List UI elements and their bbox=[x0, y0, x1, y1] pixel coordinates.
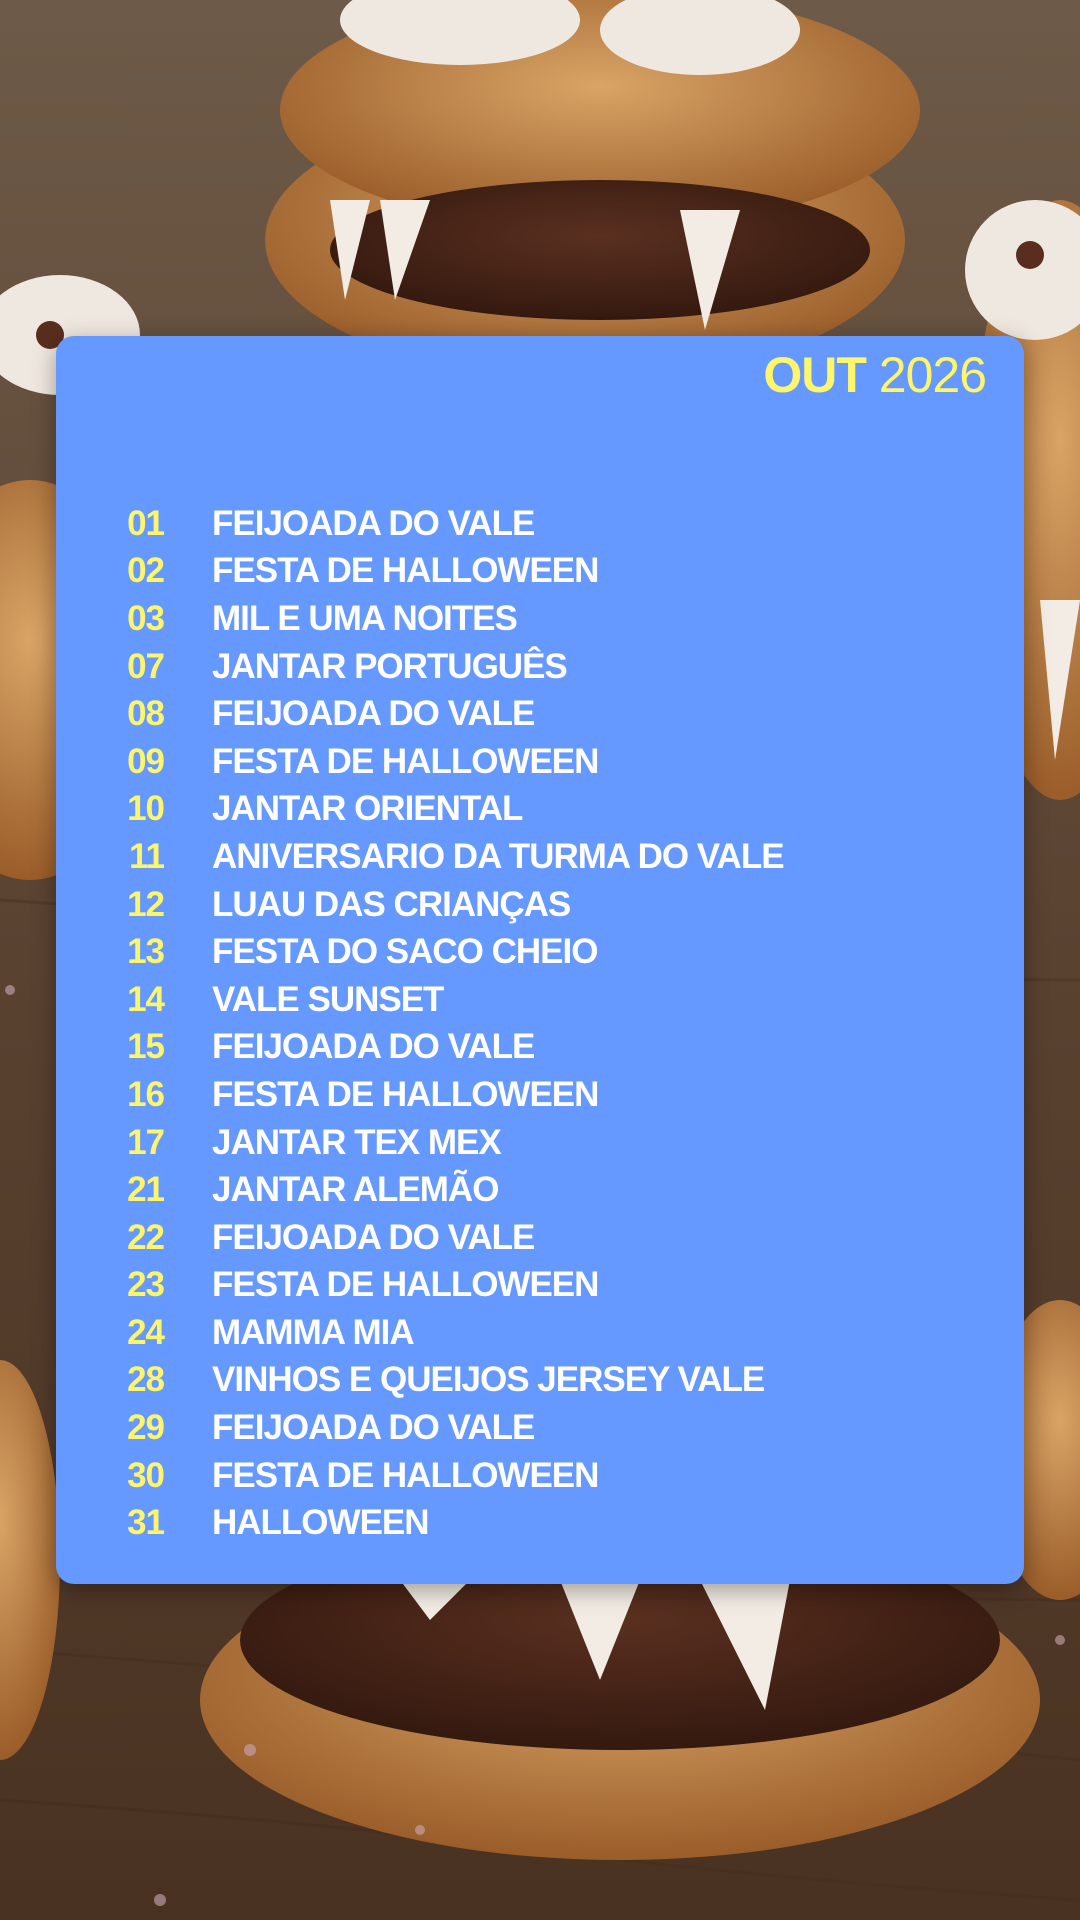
list-item: 09 FESTA DE HALLOWEEN bbox=[0, 738, 1080, 786]
event-name: FESTA DE HALLOWEEN bbox=[212, 1265, 599, 1305]
event-day: 31 bbox=[127, 1503, 165, 1543]
list-item: 21 JANTAR ALEMÃO bbox=[0, 1166, 1080, 1214]
event-name: HALLOWEEN bbox=[212, 1503, 430, 1543]
event-day: 15 bbox=[127, 1027, 165, 1067]
event-name: FESTA DO SACO CHEIO bbox=[212, 932, 598, 972]
event-day: 17 bbox=[127, 1122, 165, 1162]
list-item: 31 HALLOWEEN bbox=[0, 1499, 1080, 1547]
event-name: FEIJOADA DO VALE bbox=[212, 1027, 535, 1067]
event-day: 16 bbox=[127, 1074, 165, 1114]
event-day: 12 bbox=[127, 884, 165, 924]
event-day: 23 bbox=[127, 1265, 165, 1305]
list-item: 14 VALE SUNSET bbox=[0, 976, 1080, 1024]
event-day: 21 bbox=[127, 1170, 165, 1210]
event-name: JANTAR TEX MEX bbox=[212, 1122, 502, 1162]
event-name: MIL E UMA NOITES bbox=[212, 598, 518, 638]
event-name: MAMMA MIA bbox=[212, 1312, 415, 1352]
list-item: 16 FESTA DE HALLOWEEN bbox=[0, 1071, 1080, 1119]
event-name: FESTA DE HALLOWEEN bbox=[212, 1455, 599, 1495]
list-item: 11 ANIVERSARIO DA TURMA DO VALE bbox=[0, 833, 1080, 881]
event-day: 14 bbox=[127, 979, 165, 1019]
month-year-title: OUT 2026 bbox=[763, 347, 987, 403]
event-name: ANIVERSARIO DA TURMA DO VALE bbox=[212, 836, 785, 876]
event-day: 09 bbox=[127, 741, 165, 781]
event-day: 10 bbox=[127, 789, 165, 829]
event-day: 29 bbox=[127, 1408, 165, 1448]
event-day: 24 bbox=[127, 1312, 165, 1352]
list-item: 23 FESTA DE HALLOWEEN bbox=[0, 1262, 1080, 1310]
event-name: FEIJOADA DO VALE bbox=[212, 1408, 535, 1448]
list-item: 03 MIL E UMA NOITES bbox=[0, 595, 1080, 643]
event-name: JANTAR PORTUGUÊS bbox=[212, 646, 568, 686]
event-day: 07 bbox=[127, 646, 165, 686]
list-item: 17 JANTAR TEX MEX bbox=[0, 1119, 1080, 1167]
event-name: JANTAR ALEMÃO bbox=[212, 1170, 499, 1210]
event-name: FEIJOADA DO VALE bbox=[212, 694, 535, 734]
month-label: OUT bbox=[763, 347, 867, 403]
event-day: 11 bbox=[129, 836, 165, 876]
event-day: 13 bbox=[127, 932, 165, 972]
event-day: 30 bbox=[127, 1455, 165, 1495]
list-item: 22 FEIJOADA DO VALE bbox=[0, 1214, 1080, 1262]
event-day: 01 bbox=[127, 503, 165, 543]
event-name: FESTA DE HALLOWEEN bbox=[212, 1074, 599, 1114]
list-item: 24 MAMMA MIA bbox=[0, 1309, 1080, 1357]
list-item: 08 FEIJOADA DO VALE bbox=[0, 690, 1080, 738]
event-name: FEIJOADA DO VALE bbox=[212, 503, 535, 543]
list-item: 13 FESTA DO SACO CHEIO bbox=[0, 928, 1080, 976]
event-day: 02 bbox=[127, 551, 165, 591]
event-name: FEIJOADA DO VALE bbox=[212, 1217, 535, 1257]
list-item: 30 FESTA DE HALLOWEEN bbox=[0, 1452, 1080, 1500]
list-item: 02 FESTA DE HALLOWEEN bbox=[0, 548, 1080, 596]
event-name: VINHOS E QUEIJOS JERSEY VALE bbox=[212, 1360, 765, 1400]
event-name: FESTA DE HALLOWEEN bbox=[212, 741, 599, 781]
event-day: 03 bbox=[127, 598, 165, 638]
list-item: 01 FEIJOADA DO VALE bbox=[0, 500, 1080, 548]
event-day: 22 bbox=[127, 1217, 165, 1257]
event-name: LUAU DAS CRIANÇAS bbox=[212, 884, 571, 924]
list-item: 12 LUAU DAS CRIANÇAS bbox=[0, 881, 1080, 929]
event-name: FESTA DE HALLOWEEN bbox=[212, 551, 599, 591]
list-item: 10 JANTAR ORIENTAL bbox=[0, 786, 1080, 834]
event-day: 08 bbox=[127, 694, 165, 734]
list-item: 15 FEIJOADA DO VALE bbox=[0, 1024, 1080, 1072]
list-item: 29 FEIJOADA DO VALE bbox=[0, 1404, 1080, 1452]
event-name: VALE SUNSET bbox=[212, 979, 444, 1019]
event-day: 28 bbox=[127, 1360, 165, 1400]
event-list: 01 FEIJOADA DO VALE 02 FESTA DE HALLOWEEN 03… bbox=[0, 500, 1080, 1547]
list-item: 07 JANTAR PORTUGUÊS bbox=[0, 643, 1080, 691]
list-item: 28 VINHOS E QUEIJOS JERSEY VALE bbox=[0, 1357, 1080, 1405]
event-name: JANTAR ORIENTAL bbox=[212, 789, 523, 829]
year-label: 2026 bbox=[878, 347, 987, 403]
